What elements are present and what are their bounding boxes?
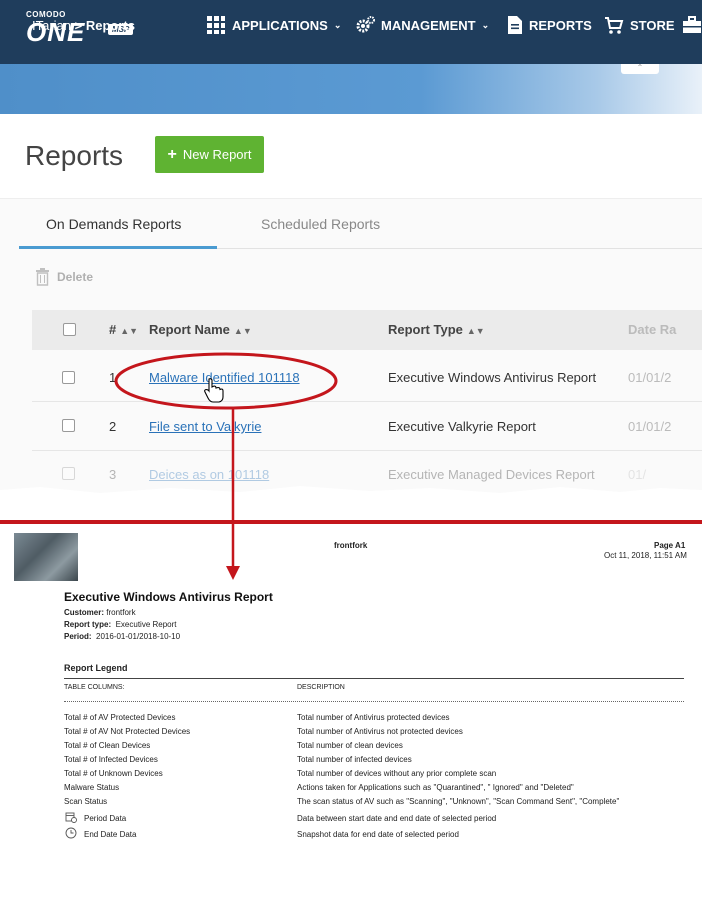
legend-dotted-rule: [64, 701, 684, 702]
legend-description: The scan status of AV such as "Scanning"…: [297, 797, 620, 806]
calendar-range-icon: [65, 812, 77, 823]
legend-column-header: TABLE COLUMNS:: [64, 684, 125, 691]
legend-description: Total number of clean devices: [297, 741, 403, 750]
report-title: Executive Windows Antivirus Report: [64, 590, 273, 604]
legend-description: Actions taken for Applications such as "…: [297, 783, 574, 792]
legend-column: End Date Data: [84, 830, 137, 839]
legend-column: Scan Status: [64, 797, 108, 806]
legend-column: Total # of AV Not Protected Devices: [64, 727, 191, 736]
report-customer: Customer: frontfork: [64, 608, 136, 617]
report-type-line: Report type: Executive Report: [64, 620, 177, 629]
report-company: frontfork: [334, 541, 368, 550]
legend-description: Total number of Antivirus protected devi…: [297, 713, 450, 722]
separator-red-line: [0, 520, 702, 524]
legend-description: Snapshot data for end date of selected p…: [297, 830, 459, 839]
report-period: Period: 2016-01-01/2018-10-10: [64, 632, 181, 641]
report-page-number: Page A1: [654, 541, 686, 550]
legend-column: Total # of Infected Devices: [64, 755, 158, 764]
highlight-ellipse: [114, 352, 338, 410]
legend-description: Data between start date and end date of …: [297, 814, 497, 823]
legend-description-header: DESCRIPTION: [297, 684, 345, 691]
legend-column: Total # of Unknown Devices: [64, 769, 163, 778]
legend-column: Total # of Clean Devices: [64, 741, 151, 750]
clock-icon: [65, 827, 77, 839]
legend-column: Period Data: [84, 814, 127, 823]
report-legend-title: Report Legend: [64, 663, 128, 673]
hand-cursor-icon: [204, 378, 224, 403]
legend-column: Total # of AV Protected Devices: [64, 713, 176, 722]
company-photo: [14, 533, 78, 581]
legend-description: Total number of devices without any prio…: [297, 769, 497, 778]
report-timestamp: Oct 11, 2018, 11:51 AM: [604, 551, 687, 560]
legend-description: Total number of Antivirus not protected …: [297, 727, 463, 736]
legend-column: Malware Status: [64, 783, 120, 792]
annotation-arrow-head: [226, 566, 240, 580]
legend-top-rule: [64, 678, 684, 679]
legend-description: Total number of infected devices: [297, 755, 412, 764]
